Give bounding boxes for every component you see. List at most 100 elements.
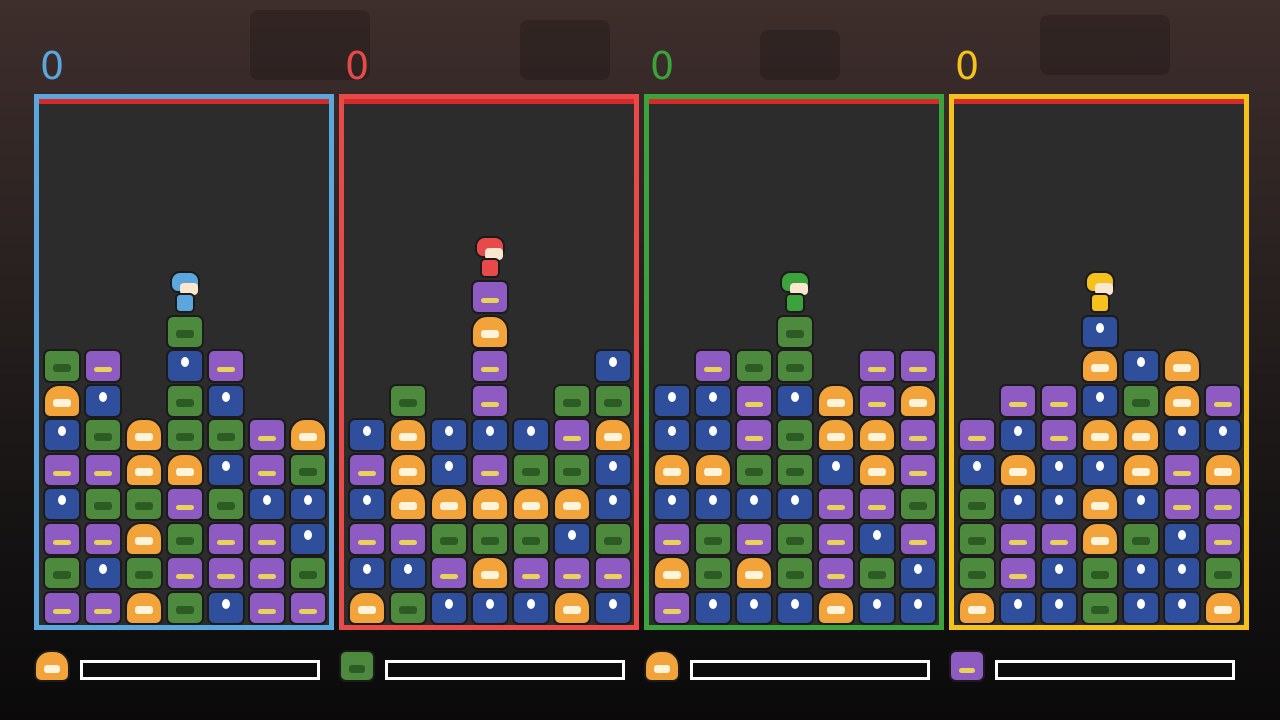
purple-monster-block — [248, 418, 286, 452]
green-monster-block — [289, 556, 327, 590]
green-monster-block — [1081, 556, 1119, 590]
purple-monster-block — [999, 556, 1037, 590]
next-piece-icon — [339, 650, 375, 682]
orange-monster-block — [471, 314, 509, 349]
green-monster-block — [776, 521, 814, 556]
purple-monster-block — [817, 487, 855, 521]
blue-monster-block — [653, 383, 691, 418]
green-monster-block — [1122, 383, 1160, 418]
purple-monster-block — [248, 521, 286, 556]
purple-monster-block — [1040, 383, 1078, 418]
purple-monster-block — [1204, 487, 1242, 521]
block-stack — [39, 99, 329, 625]
blue-monster-block — [1040, 487, 1078, 521]
blue-monster-block — [735, 590, 773, 625]
blue-cat-hood-character — [168, 270, 202, 315]
player-4-score: 0 — [955, 44, 980, 88]
purple-monster-block — [43, 452, 81, 487]
purple-monster-block — [735, 521, 773, 556]
green-monster-block — [553, 452, 591, 487]
character-body — [785, 292, 805, 313]
blue-monster-block — [1122, 349, 1160, 383]
green-monster-icon — [339, 650, 375, 682]
green-monster-block — [84, 487, 122, 521]
orange-monster-block — [348, 590, 386, 625]
orange-monster-block — [1163, 383, 1201, 418]
player-4-playfield — [949, 94, 1249, 630]
orange-monster-block — [1204, 590, 1242, 625]
orange-monster-block — [1081, 487, 1119, 521]
blue-monster-block — [348, 418, 386, 452]
blue-monster-block — [1163, 521, 1201, 556]
purple-monster-block — [1040, 418, 1078, 452]
blue-monster-block — [858, 590, 896, 625]
next-piece-icon — [949, 650, 985, 682]
green-monster-block — [84, 418, 122, 452]
block-stack — [954, 99, 1244, 625]
orange-monster-block — [653, 452, 691, 487]
blue-monster-block — [289, 521, 327, 556]
blue-monster-block — [430, 452, 468, 487]
green-monster-block — [594, 383, 632, 418]
orange-monster-block — [125, 521, 163, 556]
blue-monster-block — [694, 418, 732, 452]
green-monster-block — [735, 452, 773, 487]
purple-monster-block — [248, 556, 286, 590]
purple-monster-block — [430, 556, 468, 590]
green-monster-block — [1204, 556, 1242, 590]
blue-monster-block — [999, 487, 1037, 521]
orange-monster-block — [817, 418, 855, 452]
blue-monster-block — [999, 418, 1037, 452]
orange-monster-block — [471, 556, 509, 590]
blue-monster-block — [958, 452, 996, 487]
purple-monster-block — [653, 590, 691, 625]
purple-monster-block — [471, 383, 509, 418]
green-monster-block — [125, 556, 163, 590]
player-2-attack-bar — [385, 660, 625, 680]
orange-monster-block — [553, 487, 591, 521]
purple-monster-block — [84, 590, 122, 625]
orange-monster-block — [1081, 349, 1119, 383]
purple-monster-block — [858, 349, 896, 383]
green-monster-block — [166, 521, 204, 556]
green-monster-block — [43, 556, 81, 590]
blue-monster-block — [553, 521, 591, 556]
green-monster-block — [735, 349, 773, 383]
orange-monster-block — [430, 487, 468, 521]
blue-monster-block — [1204, 418, 1242, 452]
blue-monster-block — [430, 590, 468, 625]
purple-monster-block — [471, 349, 509, 383]
blue-monster-block — [694, 590, 732, 625]
purple-monster-block — [1163, 487, 1201, 521]
blue-monster-block — [776, 487, 814, 521]
orange-monster-block — [594, 418, 632, 452]
blue-monster-block — [594, 349, 632, 383]
purple-monster-block — [694, 349, 732, 383]
orange-monster-block — [1081, 521, 1119, 556]
player-1-playfield — [34, 94, 334, 630]
background-rock — [760, 30, 840, 80]
green-monster-block — [430, 521, 468, 556]
orange-monster-block — [389, 452, 427, 487]
purple-monster-block — [999, 383, 1037, 418]
player-2-score: 0 — [345, 44, 370, 88]
block-stack — [649, 99, 939, 625]
character-head — [475, 236, 505, 260]
purple-monster-block — [899, 521, 937, 556]
green-monster-block — [899, 487, 937, 521]
purple-monster-block — [1204, 383, 1242, 418]
green-monster-block — [776, 349, 814, 383]
green-monster-block — [166, 590, 204, 625]
blue-monster-block — [1040, 452, 1078, 487]
green-monster-block — [289, 452, 327, 487]
orange-monster-block — [1122, 418, 1160, 452]
blue-monster-block — [1163, 418, 1201, 452]
green-monster-block — [958, 556, 996, 590]
blue-monster-block — [1163, 556, 1201, 590]
block-stack — [344, 99, 634, 625]
blue-monster-block — [999, 590, 1037, 625]
green-monster-block — [776, 418, 814, 452]
blue-monster-block — [1122, 590, 1160, 625]
orange-monster-block — [999, 452, 1037, 487]
blue-monster-block — [653, 487, 691, 521]
